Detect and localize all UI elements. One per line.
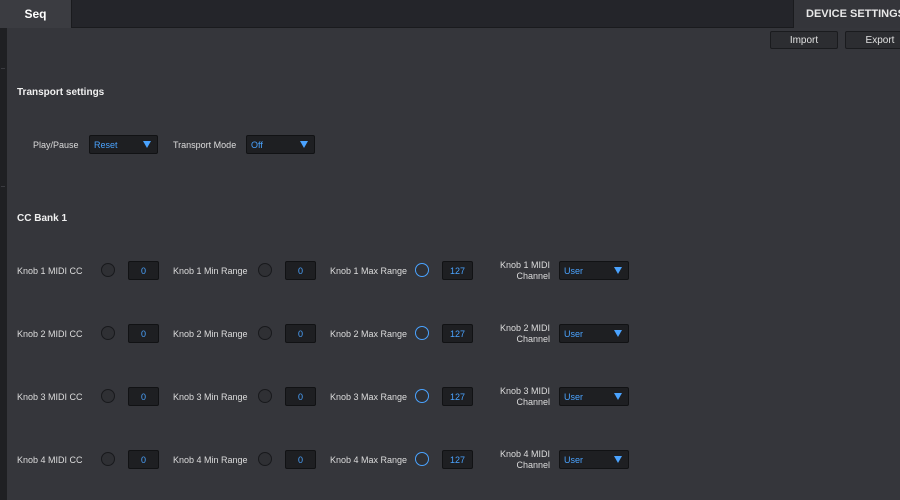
knob-midi-channel-label: Knob 3 MIDI Channel bbox=[499, 386, 550, 407]
knob-midi-channel-label: Knob 2 MIDI Channel bbox=[499, 323, 550, 344]
knob-max-range-label: Knob 1 Max Range bbox=[330, 266, 408, 276]
knob-min-value-field[interactable]: 0 bbox=[285, 387, 316, 406]
knob-cc-value-field[interactable]: 0 bbox=[128, 387, 159, 406]
transport-settings-title: Transport settings bbox=[17, 87, 105, 98]
knob-min-dial-icon[interactable] bbox=[258, 326, 272, 340]
top-tab-bar: Seq DEVICE SETTINGS bbox=[0, 0, 900, 28]
knob-max-value-field[interactable]: 127 bbox=[442, 324, 473, 343]
knob-midi-channel-value: User bbox=[564, 265, 584, 276]
play-pause-dropdown[interactable]: Reset bbox=[89, 135, 158, 154]
knob-max-value-field[interactable]: 127 bbox=[442, 450, 473, 469]
cc-bank-title: CC Bank 1 bbox=[17, 213, 68, 224]
transport-mode-value: Off bbox=[251, 139, 263, 150]
play-pause-label: Play/Pause bbox=[33, 140, 79, 150]
knob-cc-dial-icon[interactable] bbox=[101, 389, 115, 403]
dropdown-arrow-icon bbox=[614, 267, 622, 274]
dropdown-arrow-icon bbox=[614, 456, 622, 463]
tab-device-settings[interactable]: DEVICE SETTINGS bbox=[793, 0, 900, 28]
strip-divider bbox=[1, 68, 5, 69]
knob-max-dial-icon[interactable] bbox=[415, 263, 429, 277]
knob-max-range-label: Knob 2 Max Range bbox=[330, 329, 408, 339]
knob-min-range-label: Knob 4 Min Range bbox=[173, 455, 248, 465]
knob-cc-label: Knob 3 MIDI CC bbox=[17, 392, 83, 402]
knob-max-range-label: Knob 3 Max Range bbox=[330, 392, 408, 402]
knob-min-range-label: Knob 2 Min Range bbox=[173, 329, 248, 339]
dropdown-arrow-icon bbox=[614, 393, 622, 400]
transport-mode-dropdown[interactable]: Off bbox=[246, 135, 315, 154]
knob-min-dial-icon[interactable] bbox=[258, 263, 272, 277]
knob-midi-channel-dropdown[interactable]: User bbox=[559, 387, 629, 406]
knob-min-dial-icon[interactable] bbox=[258, 389, 272, 403]
knob-max-dial-icon[interactable] bbox=[415, 452, 429, 466]
tab-seq[interactable]: Seq bbox=[0, 0, 72, 28]
dropdown-arrow-icon bbox=[614, 330, 622, 337]
knob-min-dial-icon[interactable] bbox=[258, 452, 272, 466]
knob-midi-channel-value: User bbox=[564, 328, 584, 339]
knob-midi-channel-value: User bbox=[564, 454, 584, 465]
knob-cc-dial-icon[interactable] bbox=[101, 263, 115, 277]
knob-max-dial-icon[interactable] bbox=[415, 389, 429, 403]
knob-midi-channel-value: User bbox=[564, 391, 584, 402]
knob-midi-channel-label: Knob 4 MIDI Channel bbox=[499, 449, 550, 470]
knob-cc-dial-icon[interactable] bbox=[101, 452, 115, 466]
knob-min-value-field[interactable]: 0 bbox=[285, 324, 316, 343]
left-edge-strip bbox=[0, 28, 7, 500]
knob-max-dial-icon[interactable] bbox=[415, 326, 429, 340]
knob-min-value-field[interactable]: 0 bbox=[285, 450, 316, 469]
knob-max-value-field[interactable]: 127 bbox=[442, 387, 473, 406]
transport-mode-label: Transport Mode bbox=[173, 140, 237, 150]
knob-midi-channel-dropdown[interactable]: User bbox=[559, 261, 629, 280]
knob-min-range-label: Knob 1 Min Range bbox=[173, 266, 248, 276]
dropdown-arrow-icon bbox=[143, 141, 151, 148]
dropdown-arrow-icon bbox=[300, 141, 308, 148]
strip-divider bbox=[1, 186, 5, 187]
knob-cc-label: Knob 1 MIDI CC bbox=[17, 266, 83, 276]
play-pause-value: Reset bbox=[94, 139, 118, 150]
knob-min-value-field[interactable]: 0 bbox=[285, 261, 316, 280]
knob-max-range-label: Knob 4 Max Range bbox=[330, 455, 408, 465]
knob-cc-dial-icon[interactable] bbox=[101, 326, 115, 340]
knob-cc-value-field[interactable]: 0 bbox=[128, 324, 159, 343]
import-button[interactable]: Import bbox=[770, 31, 838, 49]
knob-cc-label: Knob 2 MIDI CC bbox=[17, 329, 83, 339]
knob-cc-value-field[interactable]: 0 bbox=[128, 450, 159, 469]
knob-midi-channel-dropdown[interactable]: User bbox=[559, 324, 629, 343]
knob-cc-label: Knob 4 MIDI CC bbox=[17, 455, 83, 465]
knob-midi-channel-dropdown[interactable]: User bbox=[559, 450, 629, 469]
knob-max-value-field[interactable]: 127 bbox=[442, 261, 473, 280]
export-button[interactable]: Export bbox=[845, 31, 900, 49]
knob-cc-value-field[interactable]: 0 bbox=[128, 261, 159, 280]
knob-midi-channel-label: Knob 1 MIDI Channel bbox=[499, 260, 550, 281]
knob-min-range-label: Knob 3 Min Range bbox=[173, 392, 248, 402]
